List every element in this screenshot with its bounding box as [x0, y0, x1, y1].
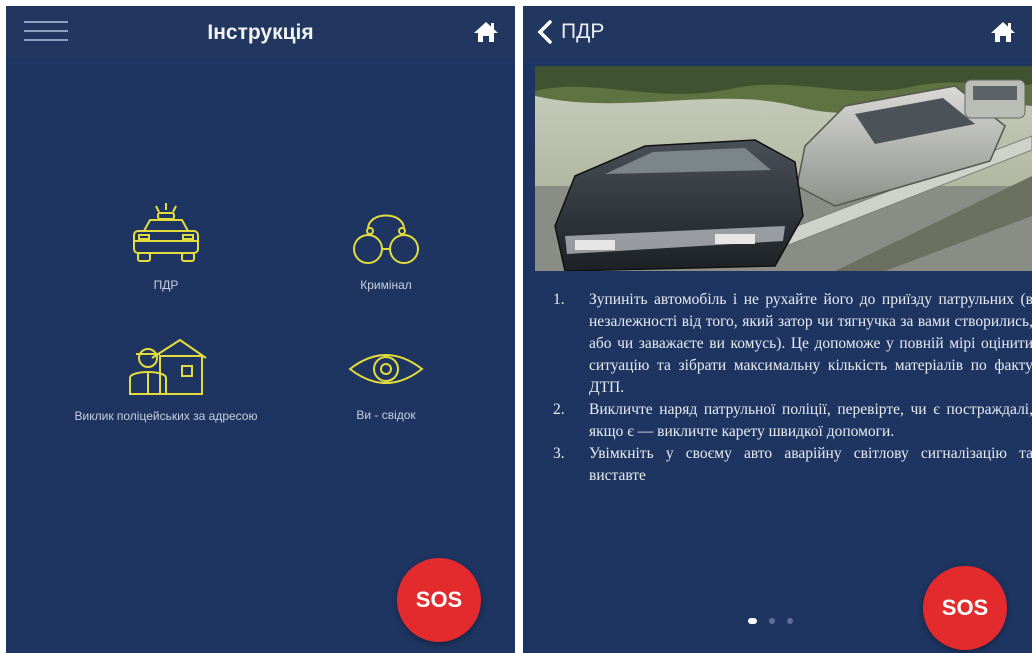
handcuffs-icon: [353, 214, 419, 264]
home-icon[interactable]: [473, 20, 499, 44]
pdr-screen: ПДР 1. Зупиніть автомобіль і не рухайте …: [523, 6, 1032, 653]
tile-label: Виклик поліцейських за адресою: [74, 409, 258, 423]
app-header: Інструкція: [6, 6, 515, 58]
page-dot[interactable]: [787, 618, 793, 624]
step-number: 2.: [553, 401, 565, 418]
tile-witness[interactable]: Ви - свідок: [306, 341, 466, 423]
list-item: 1. Зупиніть автомобіль і не рухайте його…: [553, 289, 1032, 399]
step-number: 3.: [553, 445, 565, 462]
page-dot[interactable]: [769, 618, 775, 624]
list-item: 2. Викличте наряд патрульної поліції, пе…: [553, 399, 1032, 443]
step-text: Увімкніть у своєму авто аварійну світлов…: [589, 445, 1032, 484]
tile-call-police[interactable]: Виклик поліцейських за адресою: [66, 336, 266, 424]
eye-icon: [348, 354, 424, 384]
home-icon[interactable]: [990, 20, 1016, 44]
tile-criminal[interactable]: Кримінал: [306, 201, 466, 293]
tile-label: Кримінал: [360, 278, 412, 292]
divider: [515, 0, 523, 653]
page-dot-active[interactable]: [748, 618, 757, 624]
police-car-icon: [133, 203, 199, 262]
tile-label: Ви - свідок: [356, 408, 416, 422]
tile-label: ПДР: [153, 278, 179, 292]
chevron-left-icon: [537, 20, 552, 44]
instruction-steps: 1. Зупиніть автомобіль і не рухайте його…: [553, 289, 1032, 487]
back-button[interactable]: ПДР: [537, 18, 604, 46]
tile-pdr[interactable]: ПДР: [86, 201, 246, 293]
sos-button[interactable]: SOS: [397, 558, 481, 642]
car-accident-photo: [535, 66, 1032, 271]
sos-button[interactable]: SOS: [923, 566, 1007, 650]
house-officer-icon: [129, 338, 207, 395]
back-label: ПДР: [561, 20, 605, 43]
page-title: Інструкція: [207, 21, 314, 44]
page-indicator: [748, 618, 793, 624]
step-text: Зупиніть автомобіль і не рухайте його до…: [589, 291, 1032, 396]
step-text: Викличте наряд патрульної поліції, перев…: [589, 401, 1032, 440]
instructions-screen: Інструкція ПДР Кримінал Виклик поліцейсь…: [6, 6, 515, 653]
app-header: ПДР: [523, 6, 1032, 58]
list-item: 3. Увімкніть у своєму авто аварійну світ…: [553, 443, 1032, 487]
step-number: 1.: [553, 291, 565, 308]
